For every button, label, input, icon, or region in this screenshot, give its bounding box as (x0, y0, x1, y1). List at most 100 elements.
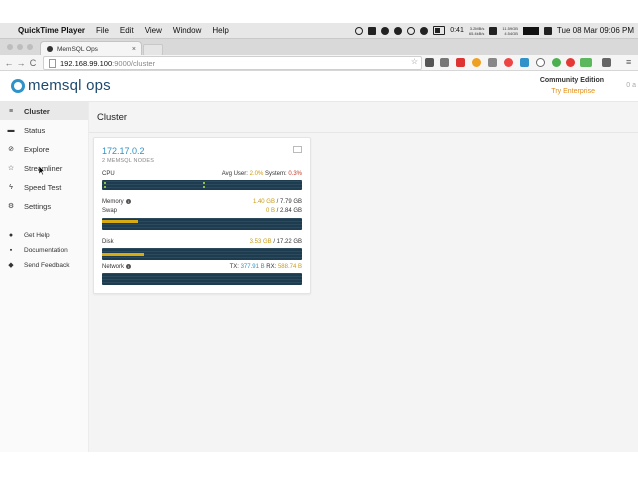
battery-label: 0:41 (450, 27, 464, 34)
help-icon: ● (8, 231, 14, 239)
bookmark-star-icon[interactable]: ☆ (411, 57, 418, 66)
memory-label: Memory (102, 199, 124, 206)
extension-6-icon[interactable] (504, 58, 513, 67)
cpu-label: CPU (102, 171, 115, 177)
sidebar: ≡ Cluster ▬ Status ⊘ Explore ☆ Streamlin… (0, 102, 89, 452)
main-content: Cluster 172.17.0.2 2 MEMSQL NODES CPU Av… (89, 102, 638, 452)
activity-monitor-icon[interactable] (522, 26, 539, 35)
pocket-icon[interactable] (440, 58, 449, 67)
record-icon[interactable] (355, 26, 364, 35)
wifi-icon[interactable] (407, 26, 416, 35)
cloud-icon[interactable] (381, 26, 390, 35)
cpu-core-indicator (104, 186, 106, 188)
extension-7-icon[interactable] (520, 58, 529, 67)
sidebar-item-send-feedback[interactable]: ◆ Send Feedback (0, 256, 88, 274)
cpu-system-label: System: (264, 171, 287, 177)
menu-file[interactable]: File (96, 26, 109, 35)
rx-value: 588.74 B (277, 264, 302, 270)
extension-11-icon[interactable] (580, 58, 592, 67)
sidebar-item-explore[interactable]: ⊘ Explore (0, 140, 88, 158)
network-label-wrap: Network i (102, 264, 132, 271)
swap-values: 0 B / 2.84 GB (266, 208, 302, 214)
disk-bar (102, 248, 302, 260)
book-icon: ▪ (9, 246, 13, 254)
sidebar-item-status[interactable]: ▬ Status (0, 121, 88, 139)
sidebar-item-label: Explore (24, 144, 50, 154)
memory-bar (102, 218, 302, 230)
network-info-icon[interactable]: i (126, 264, 132, 269)
menu-window[interactable]: Window (173, 26, 201, 35)
network-values: TX: 377.91 B RX: 588.74 B (230, 264, 302, 270)
extension-10-icon[interactable] (566, 58, 575, 67)
volume-icon[interactable] (420, 26, 429, 35)
forward-icon[interactable]: → (15, 58, 27, 68)
menu-app-name[interactable]: QuickTime Player (18, 26, 85, 35)
cpu-core-indicator (203, 182, 205, 184)
browser-menu-icon[interactable]: ≡ (626, 57, 631, 67)
header-extra: 0 a (626, 82, 636, 89)
sidebar-item-label: Get Help (24, 231, 50, 239)
back-icon[interactable]: ← (3, 58, 15, 68)
star-icon: ☆ (7, 165, 15, 172)
app-header: memsql ops Community Edition Try Enterpr… (0, 71, 638, 102)
cpu-core-indicator (104, 182, 106, 184)
extension-9-icon[interactable] (552, 58, 561, 67)
sidebar-item-label: Settings (24, 201, 52, 211)
extension-8-icon[interactable] (536, 58, 545, 67)
macos-menubar: QuickTime Player File Edit View Window H… (0, 23, 638, 39)
page-title: Cluster (97, 112, 128, 123)
window-minimize-button[interactable] (17, 44, 23, 50)
info-icon[interactable] (394, 26, 403, 35)
host-link[interactable]: 172.17.0.2 (102, 146, 145, 156)
menu-edit[interactable]: Edit (120, 26, 134, 35)
sidebar-item-speed-test[interactable]: ϟ Speed Test (0, 178, 88, 196)
memory-total: / 7.79 GB (276, 199, 302, 205)
net2-down: 4.54GB (504, 30, 518, 36)
network-label: Network (102, 264, 125, 271)
extension-3-icon[interactable] (456, 58, 465, 67)
extension-1-icon[interactable] (425, 58, 434, 67)
lightning-icon: ϟ (9, 183, 13, 191)
reload-icon[interactable]: C (27, 58, 39, 68)
swap-label: Swap (102, 208, 118, 214)
cpu-bar (102, 180, 302, 190)
window-close-button[interactable] (7, 44, 13, 50)
browser-tab[interactable]: MemSQL Ops × (40, 41, 142, 56)
browser-tabstrip: MemSQL Ops × (0, 39, 638, 56)
title-divider (89, 132, 638, 133)
memsql-logo[interactable]: memsql ops (11, 77, 111, 94)
menu-help[interactable]: Help (212, 26, 228, 35)
tx-label: TX: (229, 264, 239, 270)
window-zoom-button[interactable] (27, 44, 33, 50)
address-bar[interactable]: 192.168.99.100 :9000/cluster ☆ (43, 56, 422, 70)
cpu-values: Avg User: 2.0% System: 0.3% (222, 171, 302, 177)
app-status-icon[interactable] (489, 26, 498, 35)
dropbox-icon[interactable] (368, 26, 377, 35)
memory-label-wrap: Memory i (102, 199, 131, 205)
memory-info-icon[interactable]: i (125, 199, 131, 204)
extension-12-icon[interactable] (602, 58, 611, 67)
cpu-user-label: Avg User: (221, 171, 248, 177)
net-down: 65.4kB/s (468, 30, 485, 36)
memory-used: 1.40 GB (252, 199, 275, 205)
sidebar-item-settings[interactable]: ⚙ Settings (0, 197, 88, 215)
menubar-clock[interactable]: Tue 08 Mar 09:06 PM (557, 26, 634, 35)
display-icon[interactable] (543, 26, 552, 35)
memsql-favicon-icon (47, 46, 53, 52)
menubar-status-area: 0:41 3.2MB/s 65.4kB/s 11.59GB 4.54GB Tue… (355, 23, 634, 38)
battery-icon[interactable] (433, 26, 446, 35)
try-enterprise-link[interactable]: Try Enterprise (551, 88, 595, 95)
swap-used: 0 B (265, 208, 275, 214)
extension-5-icon[interactable] (488, 58, 497, 67)
rx-label: RX: (266, 264, 277, 270)
tab-title: MemSQL Ops (57, 45, 98, 53)
network-stats: 3.2MB/s 65.4kB/s (469, 26, 485, 36)
url-host: 192.168.99.100 (60, 58, 113, 68)
sidebar-item-cluster[interactable]: ≡ Cluster (0, 102, 88, 120)
cluster-host-card: 172.17.0.2 2 MEMSQL NODES CPU Avg User: … (93, 137, 311, 294)
cpu-user-value: 2.0% (249, 171, 264, 177)
extension-4-icon[interactable] (472, 58, 481, 67)
tab-close-icon[interactable]: × (132, 46, 136, 53)
disk-values: 3.53 GB / 17.22 GB (250, 239, 302, 245)
menu-view[interactable]: View (145, 26, 162, 35)
